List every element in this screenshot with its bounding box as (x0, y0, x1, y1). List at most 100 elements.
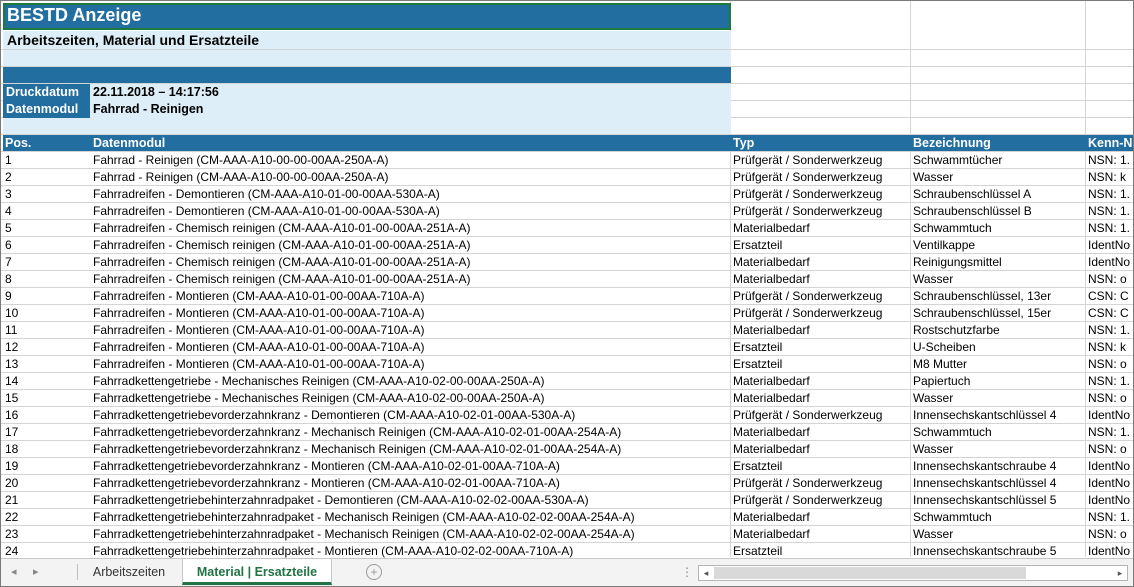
row-bezeichnung[interactable]: Schraubenschlüssel A (913, 186, 1085, 202)
add-sheet-icon[interactable]: + (366, 564, 382, 580)
row-bezeichnung[interactable]: Wasser (913, 169, 1085, 185)
row-pos[interactable]: 13 (5, 356, 91, 372)
col-header-datenmodul[interactable]: Datenmodul (93, 136, 165, 150)
row-kenn-nr[interactable]: IdentNo (1088, 237, 1133, 253)
empty-row[interactable] (3, 118, 731, 134)
row-kenn-nr[interactable]: NSN: 1. (1088, 322, 1133, 338)
row-kenn-nr[interactable]: CSN: C (1088, 288, 1133, 304)
row-datenmodul[interactable]: Fahrradreifen - Montieren (CM-AAA-A10-01… (93, 356, 729, 372)
tab-material-ersatzteile[interactable]: Material | Ersatzteile (182, 559, 332, 585)
row-kenn-nr[interactable]: NSN: 1. (1088, 186, 1133, 202)
row-kenn-nr[interactable]: NSN: k (1088, 169, 1133, 185)
row-kenn-nr[interactable]: NSN: 1. (1088, 152, 1133, 168)
row-bezeichnung[interactable]: Innensechskantschlüssel 5 (913, 492, 1085, 508)
row-bezeichnung[interactable]: Innensechskantschlüssel 4 (913, 407, 1085, 423)
row-datenmodul[interactable]: Fahrradkettengetriebehinterzahnradpaket … (93, 543, 729, 559)
row-datenmodul[interactable]: Fahrrad - Reinigen (CM-AAA-A10-00-00-00A… (93, 169, 729, 185)
scroll-right-icon[interactable]: ▸ (1113, 566, 1127, 580)
row-bezeichnung[interactable]: Wasser (913, 390, 1085, 406)
row-datenmodul[interactable]: Fahrradreifen - Chemisch reinigen (CM-AA… (93, 254, 729, 270)
row-kenn-nr[interactable]: IdentNo (1088, 543, 1133, 559)
row-pos[interactable]: 12 (5, 339, 91, 355)
row-bezeichnung[interactable]: Rostschutzfarbe (913, 322, 1085, 338)
col-header-typ[interactable]: Typ (733, 136, 754, 150)
row-bezeichnung[interactable]: Schwammtuch (913, 509, 1085, 525)
row-kenn-nr[interactable]: NSN: 1. (1088, 203, 1133, 219)
row-pos[interactable]: 18 (5, 441, 91, 457)
row-datenmodul[interactable]: Fahrrad - Reinigen (CM-AAA-A10-00-00-00A… (93, 152, 729, 168)
row-pos[interactable]: 7 (5, 254, 91, 270)
scroll-left-icon[interactable]: ◂ (699, 566, 713, 580)
row-bezeichnung[interactable]: Schwammtücher (913, 152, 1085, 168)
row-bezeichnung[interactable]: Wasser (913, 271, 1085, 287)
row-pos[interactable]: 6 (5, 237, 91, 253)
row-kenn-nr[interactable]: IdentNo (1088, 492, 1133, 508)
row-datenmodul[interactable]: Fahrradreifen - Chemisch reinigen (CM-AA… (93, 237, 729, 253)
row-pos[interactable]: 4 (5, 203, 91, 219)
row-typ[interactable]: Prüfgerät / Sonderwerkzeug (733, 475, 909, 491)
row-bezeichnung[interactable]: Ventilkappe (913, 237, 1085, 253)
col-header-pos[interactable]: Pos. (5, 136, 31, 150)
row-typ[interactable]: Prüfgerät / Sonderwerkzeug (733, 169, 909, 185)
row-kenn-nr[interactable]: NSN: k (1088, 339, 1133, 355)
row-typ[interactable]: Prüfgerät / Sonderwerkzeug (733, 203, 909, 219)
row-bezeichnung[interactable]: U-Scheiben (913, 339, 1085, 355)
row-kenn-nr[interactable]: NSN: o (1088, 526, 1133, 542)
separator-row[interactable] (3, 67, 731, 83)
tab-arbeitszeiten[interactable]: Arbeitszeiten (81, 559, 177, 585)
row-pos[interactable]: 21 (5, 492, 91, 508)
row-kenn-nr[interactable]: NSN: o (1088, 390, 1133, 406)
row-kenn-nr[interactable]: NSN: o (1088, 441, 1133, 457)
row-kenn-nr[interactable]: IdentNo (1088, 475, 1133, 491)
row-datenmodul[interactable]: Fahrradreifen - Chemisch reinigen (CM-AA… (93, 271, 729, 287)
row-typ[interactable]: Prüfgerät / Sonderwerkzeug (733, 305, 909, 321)
row-typ[interactable]: Prüfgerät / Sonderwerkzeug (733, 152, 909, 168)
row-pos[interactable]: 5 (5, 220, 91, 236)
row-typ[interactable]: Materialbedarf (733, 322, 909, 338)
row-bezeichnung[interactable]: Schraubenschlüssel, 15er (913, 305, 1085, 321)
row-typ[interactable]: Materialbedarf (733, 424, 909, 440)
scrollbar-thumb[interactable] (714, 567, 1026, 579)
row-pos[interactable]: 11 (5, 322, 91, 338)
row-typ[interactable]: Materialbedarf (733, 509, 909, 525)
more-options-icon[interactable]: ⋮ (681, 565, 693, 579)
row-typ[interactable]: Materialbedarf (733, 526, 909, 542)
row-bezeichnung[interactable]: Innensechskantschraube 5 (913, 543, 1085, 559)
row-datenmodul[interactable]: Fahrradkettengetriebevorderzahnkranz - M… (93, 441, 729, 457)
row-pos[interactable]: 15 (5, 390, 91, 406)
row-typ[interactable]: Prüfgerät / Sonderwerkzeug (733, 186, 909, 202)
row-pos[interactable]: 17 (5, 424, 91, 440)
row-pos[interactable]: 14 (5, 373, 91, 389)
row-typ[interactable]: Ersatzteil (733, 339, 909, 355)
row-pos[interactable]: 8 (5, 271, 91, 287)
row-datenmodul[interactable]: Fahrradkettengetriebehinterzahnradpaket … (93, 526, 729, 542)
tab-scroll-left-icon[interactable]: ◂ (11, 565, 17, 578)
col-header-kenn-nr[interactable]: Kenn-N (1088, 136, 1133, 150)
row-typ[interactable]: Prüfgerät / Sonderwerkzeug (733, 407, 909, 423)
row-pos[interactable]: 24 (5, 543, 91, 559)
row-kenn-nr[interactable]: NSN: o (1088, 271, 1133, 287)
print-date-value[interactable]: 22.11.2018 – 14:17:56 (93, 85, 219, 99)
row-datenmodul[interactable]: Fahrradkettengetriebehinterzahnradpaket … (93, 509, 729, 525)
row-datenmodul[interactable]: Fahrradreifen - Demontieren (CM-AAA-A10-… (93, 203, 729, 219)
row-typ[interactable]: Materialbedarf (733, 220, 909, 236)
row-pos[interactable]: 9 (5, 288, 91, 304)
row-kenn-nr[interactable]: IdentNo (1088, 254, 1133, 270)
row-bezeichnung[interactable]: Papiertuch (913, 373, 1085, 389)
row-pos[interactable]: 16 (5, 407, 91, 423)
row-typ[interactable]: Materialbedarf (733, 390, 909, 406)
row-kenn-nr[interactable]: NSN: 1. (1088, 424, 1133, 440)
row-pos[interactable]: 22 (5, 509, 91, 525)
row-pos[interactable]: 3 (5, 186, 91, 202)
row-typ[interactable]: Ersatzteil (733, 356, 909, 372)
row-pos[interactable]: 1 (5, 152, 91, 168)
row-datenmodul[interactable]: Fahrradkettengetriebevorderzahnkranz - M… (93, 458, 729, 474)
row-datenmodul[interactable]: Fahrradkettengetriebe - Mechanisches Rei… (93, 390, 729, 406)
empty-row[interactable] (3, 50, 731, 66)
row-typ[interactable]: Ersatzteil (733, 543, 909, 559)
row-typ[interactable]: Prüfgerät / Sonderwerkzeug (733, 492, 909, 508)
row-bezeichnung[interactable]: Reinigungsmittel (913, 254, 1085, 270)
row-typ[interactable]: Materialbedarf (733, 373, 909, 389)
row-pos[interactable]: 23 (5, 526, 91, 542)
row-bezeichnung[interactable]: Wasser (913, 526, 1085, 542)
